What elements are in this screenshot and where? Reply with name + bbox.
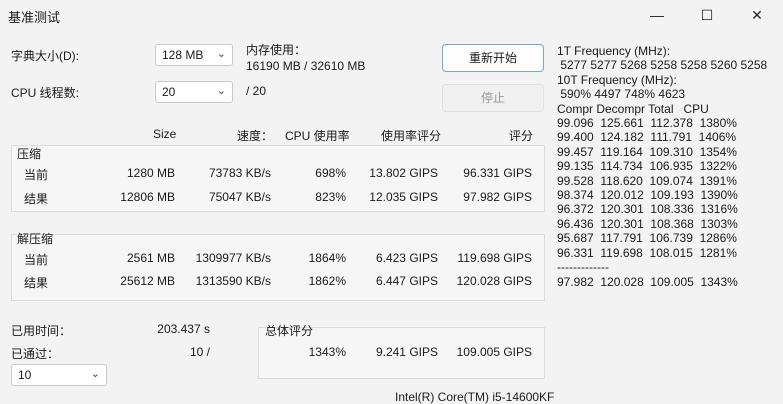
rating-cell: 13.802 GIPS [369, 166, 438, 180]
cpu-cell: 823% [315, 190, 346, 204]
cpu-threads-label: CPU 线程数: [11, 86, 80, 100]
minimize-icon: — [650, 7, 664, 23]
score-cell: 119.698 GIPS [457, 251, 533, 265]
passes-value: 10 [18, 368, 32, 382]
size-cell: 25612 MB [120, 274, 175, 288]
row-label: 当前 [24, 168, 49, 182]
speed-cell: 73783 KB/s [208, 166, 271, 180]
chevron-down-icon: ⌄ [216, 85, 226, 97]
window-title: 基准测试 [8, 10, 61, 25]
row-label: 结果 [24, 276, 49, 290]
speed-cell: 75047 KB/s [208, 190, 271, 204]
cpu-cell: 1862% [308, 274, 346, 288]
chevron-down-icon: ⌄ [216, 48, 226, 60]
dict-size-value: 128 MB [162, 48, 204, 62]
total-rating: 9.241 GIPS [375, 345, 438, 359]
elapsed-time-value: 203.437 s [157, 322, 210, 336]
chevron-down-icon: ⌄ [90, 368, 100, 380]
size-cell: 12806 MB [120, 190, 175, 204]
cpu-threads-select[interactable]: 20 ⌄ [155, 81, 233, 103]
cpu-threads-max: / 20 [246, 84, 267, 98]
size-cell: 1280 MB [126, 166, 175, 180]
cpu-cell: 698% [315, 166, 346, 180]
cpu-name: Intel(R) Core(TM) i5-14600KF [395, 390, 555, 404]
passed-label: 已通过： [11, 347, 60, 361]
memory-usage-value: 16190 MB / 32610 MB [246, 59, 366, 73]
cpu-threads-value: 20 [162, 85, 176, 99]
passed-value: 10 / [189, 345, 210, 359]
stop-button[interactable]: 停止 [442, 84, 544, 112]
total-rating-title: 总体评分 [265, 324, 314, 338]
header-speed: 速度： [237, 129, 274, 143]
maximize-button[interactable]: ☐ [683, 0, 731, 30]
memory-usage-label: 内存使用： [246, 43, 307, 57]
dict-size-label: 字典大小(D): [11, 49, 79, 63]
total-score: 109.005 GIPS [456, 345, 532, 359]
decompress-group [11, 234, 545, 301]
rating-cell: 6.423 GIPS [375, 251, 438, 265]
close-icon: ✕ [751, 6, 763, 23]
header-score: 评分 [509, 129, 534, 143]
speed-cell: 1313590 KB/s [195, 274, 271, 288]
close-button[interactable]: ✕ [733, 0, 781, 30]
row-label: 当前 [24, 253, 49, 267]
rating-cell: 6.447 GIPS [375, 274, 438, 288]
restart-button[interactable]: 重新开始 [442, 44, 544, 72]
title-bar: 基准测试 — ☐ ✕ [0, 0, 783, 30]
header-cpu-usage: CPU 使用率 [285, 129, 350, 143]
total-cpu: 1343% [308, 345, 346, 359]
score-cell: 97.982 GIPS [463, 190, 532, 204]
elapsed-time-label: 已用时间： [11, 324, 72, 338]
frequency-log: 1T Frequency (MHz): 5277 5277 5268 5258 … [557, 44, 768, 289]
size-cell: 2561 MB [126, 251, 175, 265]
decompress-title: 解压缩 [17, 232, 54, 246]
cpu-cell: 1864% [308, 251, 346, 265]
maximize-icon: ☐ [700, 6, 714, 23]
speed-cell: 1309977 KB/s [195, 251, 271, 265]
compress-title: 压缩 [17, 147, 42, 161]
rating-cell: 12.035 GIPS [369, 190, 438, 204]
dict-size-select[interactable]: 128 MB ⌄ [155, 44, 233, 66]
score-cell: 120.028 GIPS [456, 274, 532, 288]
score-cell: 96.331 GIPS [463, 166, 532, 180]
passes-select[interactable]: 10 ⌄ [11, 364, 107, 386]
minimize-button[interactable]: — [633, 0, 681, 30]
header-rating: 使用率评分 [381, 129, 442, 143]
row-label: 结果 [24, 192, 49, 206]
header-size: Size [153, 127, 177, 141]
